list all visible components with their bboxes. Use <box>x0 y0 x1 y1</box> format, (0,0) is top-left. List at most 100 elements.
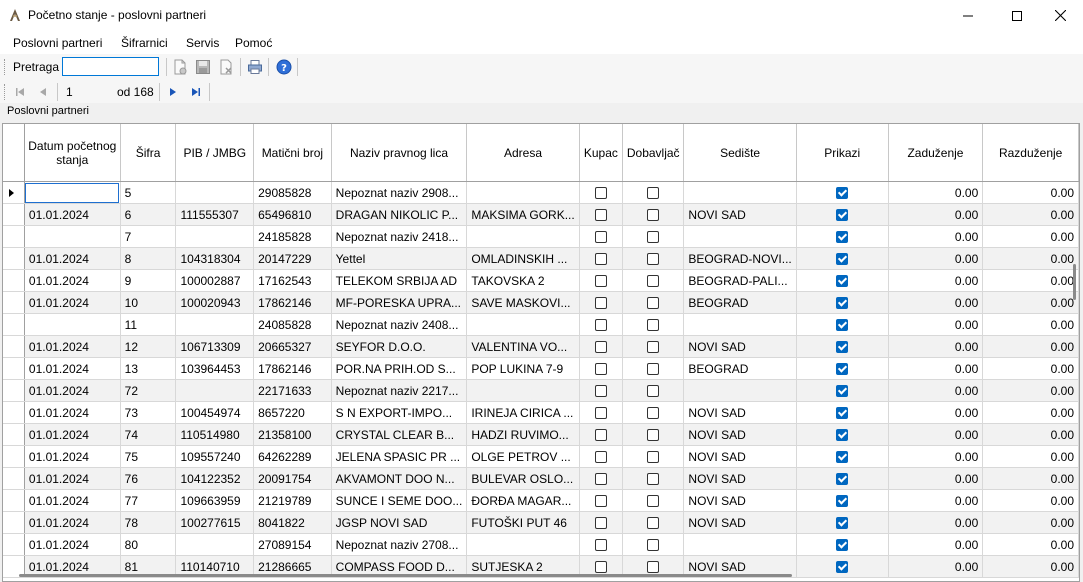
cell-maticni-broj[interactable]: 27089154 <box>253 533 332 556</box>
row-header[interactable] <box>3 335 25 358</box>
cell-datum[interactable]: 01.01.2024 <box>24 247 121 270</box>
row-header[interactable] <box>3 489 25 512</box>
cell-sifra[interactable]: 12 <box>120 335 177 358</box>
cell-adresa[interactable]: IRINEJA CIRICA ... <box>466 401 580 424</box>
cell-naziv[interactable]: JELENA SPASIC PR ... <box>331 445 468 468</box>
cell-naziv[interactable]: AKVAMONT DOO N... <box>331 467 468 490</box>
kupac-checkbox[interactable] <box>594 275 607 288</box>
column-header[interactable]: Kupac <box>579 124 624 182</box>
dobavljac-checkbox[interactable] <box>647 385 660 398</box>
cell-pib[interactable]: 109663959 <box>175 489 255 512</box>
cell-pib[interactable]: 104318304 <box>175 247 255 270</box>
dobavljac-checkbox[interactable] <box>647 473 660 486</box>
help-icon[interactable]: ? <box>276 59 292 75</box>
cell-maticni-broj[interactable]: 24185828 <box>253 225 332 248</box>
table-row[interactable]: 01.01.2024 74 110514980 21358100 CRYSTAL CLE… <box>3 423 1079 446</box>
table-row[interactable]: 7 24185828 Nepoznat naziv 2418... 0.00 0.00 <box>3 225 1079 248</box>
cell-sifra[interactable]: 9 <box>120 269 177 292</box>
table-row[interactable]: 01.01.2024 80 27089154 Nepoznat naziv 2708.… <box>3 533 1079 556</box>
dobavljac-checkbox[interactable] <box>647 407 660 420</box>
cell-adresa[interactable]: OLGE PETROV ... <box>466 445 580 468</box>
cell-naziv[interactable]: TELEKOM SRBIJA AD <box>331 269 468 292</box>
cell-sediste[interactable]: NOVI SAD <box>683 511 797 534</box>
prikazi-checkbox[interactable] <box>836 231 849 244</box>
table-row[interactable]: 01.01.2024 78 100277615 8041822 JGSP NOVI SA… <box>3 511 1079 534</box>
cell-pib[interactable]: 109557240 <box>175 445 255 468</box>
cell-sediste[interactable]: BEOGRAD <box>683 357 797 380</box>
cell-naziv[interactable]: MF-PORESKA UPRA... <box>331 291 468 314</box>
horizontal-scrollbar[interactable] <box>19 574 792 577</box>
dobavljac-checkbox[interactable] <box>647 363 660 376</box>
cell-adresa[interactable]: SAVE MASKOVI... <box>466 291 580 314</box>
cell-pib[interactable]: 100454974 <box>175 401 255 424</box>
cell-zaduzenje[interactable]: 0.00 <box>888 423 984 446</box>
cell-naziv[interactable]: Nepoznat naziv 2708... <box>331 533 468 556</box>
minimize-button[interactable] <box>945 0 991 31</box>
cell-adresa[interactable]: BULEVAR OSLO... <box>466 467 580 490</box>
cell-sediste[interactable]: NOVI SAD <box>683 467 797 490</box>
cell-datum[interactable]: 01.01.2024 <box>24 533 121 556</box>
dobavljac-checkbox[interactable] <box>647 275 660 288</box>
table-row[interactable]: 01.01.2024 75 109557240 64262289 JELENA SPAS… <box>3 445 1079 468</box>
cell-sifra[interactable]: 74 <box>120 423 177 446</box>
cell-naziv[interactable]: SEYFOR D.O.O. <box>331 335 468 358</box>
cell-datum[interactable]: 01.01.2024 <box>24 269 121 292</box>
previous-page-icon[interactable] <box>35 84 51 100</box>
prikazi-checkbox[interactable] <box>836 341 849 354</box>
cell-zaduzenje[interactable]: 0.00 <box>888 335 984 358</box>
cell-naziv[interactable]: DRAGAN NIKOLIC P... <box>331 203 468 226</box>
cell-sediste[interactable]: NOVI SAD <box>683 401 797 424</box>
cell-sediste[interactable]: NOVI SAD <box>683 445 797 468</box>
cell-pib[interactable] <box>175 225 255 248</box>
cell-sifra[interactable]: 7 <box>120 225 177 248</box>
cell-adresa[interactable]: TAKOVSKA 2 <box>466 269 580 292</box>
cell-adresa[interactable]: VALENTINA VO... <box>466 335 580 358</box>
dobavljac-checkbox[interactable] <box>647 429 660 442</box>
cell-sediste[interactable]: BEOGRAD-NOVI... <box>683 247 797 270</box>
cell-sifra[interactable]: 73 <box>120 401 177 424</box>
cell-maticni-broj[interactable]: 20091754 <box>253 467 332 490</box>
cell-razduzenje[interactable]: 0.00 <box>982 511 1079 534</box>
vertical-scrollbar[interactable] <box>1073 264 1076 300</box>
cell-maticni-broj[interactable]: 21219789 <box>253 489 332 512</box>
cell-maticni-broj[interactable]: 8041822 <box>253 511 332 534</box>
cell-razduzenje[interactable]: 0.00 <box>982 445 1079 468</box>
column-header[interactable]: Naziv pravnog lica <box>331 124 468 182</box>
dobavljac-checkbox[interactable] <box>647 253 660 266</box>
dobavljac-checkbox[interactable] <box>647 209 660 222</box>
cell-maticni-broj[interactable]: 17862146 <box>253 357 332 380</box>
table-row[interactable]: 01.01.2024 77 109663959 21219789 SUNCE I SEM… <box>3 489 1079 512</box>
cell-datum[interactable]: 01.01.2024 <box>24 467 121 490</box>
dobavljac-checkbox[interactable] <box>647 341 660 354</box>
prikazi-checkbox[interactable] <box>836 363 849 376</box>
cell-sediste[interactable] <box>683 313 797 336</box>
dobavljac-checkbox[interactable] <box>647 231 660 244</box>
prikazi-checkbox[interactable] <box>836 385 849 398</box>
cell-naziv[interactable]: JGSP NOVI SAD <box>331 511 468 534</box>
save-icon[interactable] <box>195 59 211 75</box>
cell-sediste[interactable] <box>683 225 797 248</box>
menu-poslovni-partneri[interactable]: Poslovni partneri <box>13 36 102 50</box>
cell-pib[interactable] <box>175 181 255 204</box>
cell-adresa[interactable]: HADZI RUVIMO... <box>466 423 580 446</box>
kupac-checkbox[interactable] <box>594 561 607 574</box>
cell-maticni-broj[interactable]: 24085828 <box>253 313 332 336</box>
cell-datum[interactable] <box>24 181 121 204</box>
cell-datum[interactable] <box>24 225 121 248</box>
column-header[interactable]: Zaduženje <box>888 124 984 182</box>
table-row[interactable]: 01.01.2024 76 104122352 20091754 AKVAMONT DO… <box>3 467 1079 490</box>
dobavljac-checkbox[interactable] <box>647 517 660 530</box>
cell-sediste[interactable] <box>683 379 797 402</box>
table-row[interactable]: 01.01.2024 73 100454974 8657220 S N EXPORT-I… <box>3 401 1079 424</box>
cell-sifra[interactable]: 80 <box>120 533 177 556</box>
cell-sifra[interactable]: 77 <box>120 489 177 512</box>
kupac-checkbox[interactable] <box>594 495 607 508</box>
cell-sediste[interactable]: NOVI SAD <box>683 203 797 226</box>
cell-maticni-broj[interactable]: 8657220 <box>253 401 332 424</box>
cell-razduzenje[interactable]: 0.00 <box>982 313 1079 336</box>
dobavljac-checkbox[interactable] <box>647 561 660 574</box>
column-header[interactable]: Prikazi <box>796 124 889 182</box>
last-page-icon[interactable] <box>188 84 204 100</box>
toolbar-grip[interactable] <box>4 59 8 75</box>
cell-sediste[interactable] <box>683 533 797 556</box>
